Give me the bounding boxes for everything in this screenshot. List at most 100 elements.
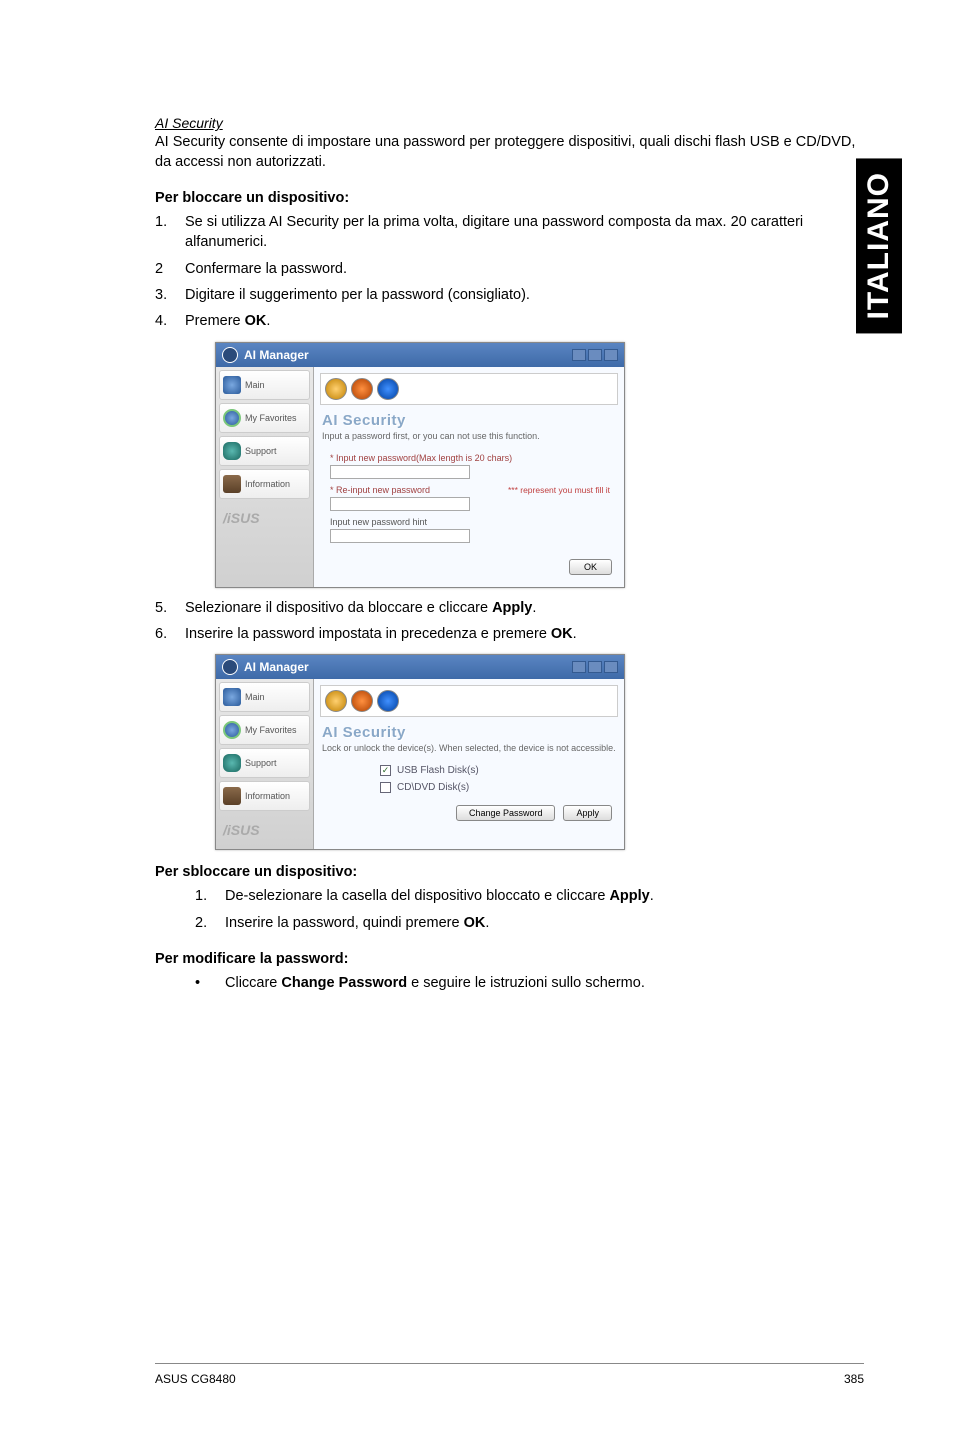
checkbox-label: USB Flash Disk(s)	[397, 765, 479, 776]
toolbar	[320, 685, 618, 717]
list-item: 4.Premere OK.	[155, 311, 864, 331]
list-item: 5.Selezionare il dispositivo da bloccare…	[155, 598, 864, 618]
intro-text: AI Security consente di impostare una pa…	[155, 133, 864, 172]
step-number: 5.	[155, 598, 185, 618]
tool-icon-2[interactable]	[351, 690, 373, 712]
page-footer: ASUS CG8480 385	[155, 1363, 864, 1386]
maximize-button[interactable]	[588, 661, 602, 673]
step-number: 4.	[155, 311, 185, 331]
button-row: Change Password Apply	[320, 799, 618, 827]
new-password-label: * Input new password(Max length is 20 ch…	[330, 453, 608, 463]
tool-icon-1[interactable]	[325, 690, 347, 712]
step-number: 2.	[195, 913, 225, 933]
checkbox-usb[interactable]: ✓ USB Flash Disk(s)	[320, 765, 618, 776]
list-item: 2.Inserire la password, quindi premere O…	[195, 913, 864, 933]
support-icon	[223, 442, 241, 460]
sidebar-item-label: Main	[245, 692, 265, 702]
sidebar: Main My Favorites Support Information /i…	[216, 679, 314, 849]
footer-model: ASUS CG8480	[155, 1372, 236, 1386]
content-pane: AI Security Lock or unlock the device(s)…	[314, 679, 624, 849]
bullet-icon: •	[195, 973, 225, 993]
titlebar: AI Manager	[216, 343, 624, 367]
unlock-heading: Per sbloccare un dispositivo:	[155, 864, 864, 880]
unlock-steps-list: 1.De-selezionare la casella del disposit…	[155, 886, 864, 933]
information-icon	[223, 787, 241, 805]
close-button[interactable]	[604, 661, 618, 673]
main-icon	[223, 688, 241, 706]
sidebar-item-label: My Favorites	[245, 413, 297, 423]
sidebar-item-favorites[interactable]: My Favorites	[219, 403, 310, 433]
support-icon	[223, 754, 241, 772]
step-text: Digitare il suggerimento per la password…	[185, 285, 530, 305]
ai-manager-window-devices: AI Manager Main My Favorites Support Inf…	[215, 654, 625, 850]
footer-page-number: 385	[844, 1372, 864, 1386]
list-item: 3.Digitare il suggerimento per la passwo…	[155, 285, 864, 305]
close-button[interactable]	[604, 349, 618, 361]
step-text: Confermare la password.	[185, 259, 347, 279]
pane-title: AI Security	[320, 408, 618, 431]
sidebar-item-information[interactable]: Information	[219, 781, 310, 811]
password-hint-input[interactable]	[330, 529, 470, 543]
step-text: Inserire la password impostata in preced…	[185, 624, 577, 644]
step-number: 6.	[155, 624, 185, 644]
step-text: Premere OK.	[185, 311, 270, 331]
bullet-text: Cliccare Change Password e seguire le is…	[225, 973, 645, 993]
app-logo-icon	[222, 659, 238, 675]
checkbox-icon: ✓	[380, 765, 391, 776]
list-item: 2Confermare la password.	[155, 259, 864, 279]
favorites-icon	[223, 721, 241, 739]
ai-manager-window-setup: AI Manager Main My Favorites Support Inf…	[215, 342, 625, 588]
sidebar-item-main[interactable]: Main	[219, 682, 310, 712]
step-text: Selezionare il dispositivo da bloccare e…	[185, 598, 536, 618]
sidebar-item-support[interactable]: Support	[219, 748, 310, 778]
tool-icon-3[interactable]	[377, 690, 399, 712]
favorites-icon	[223, 409, 241, 427]
page-content: AI Security AI Security consente di impo…	[0, 0, 954, 993]
tool-icon-1[interactable]	[325, 378, 347, 400]
maximize-button[interactable]	[588, 349, 602, 361]
minimize-button[interactable]	[572, 349, 586, 361]
list-item: 6.Inserire la password impostata in prec…	[155, 624, 864, 644]
sidebar-item-information[interactable]: Information	[219, 469, 310, 499]
sidebar-item-main[interactable]: Main	[219, 370, 310, 400]
window-controls	[572, 661, 618, 673]
sidebar-item-label: My Favorites	[245, 725, 297, 735]
sidebar-item-label: Information	[245, 791, 290, 801]
sidebar-item-support[interactable]: Support	[219, 436, 310, 466]
change-password-bullet: •Cliccare Change Password e seguire le i…	[155, 973, 864, 993]
tool-icon-3[interactable]	[377, 378, 399, 400]
pane-subtitle: Lock or unlock the device(s). When selec…	[320, 743, 618, 759]
titlebar: AI Manager	[216, 655, 624, 679]
step-number: 1.	[195, 886, 225, 906]
lock-heading: Per bloccare un dispositivo:	[155, 190, 864, 206]
sidebar-item-label: Main	[245, 380, 265, 390]
new-password-input[interactable]	[330, 465, 470, 479]
step-number: 2	[155, 259, 185, 279]
tool-icon-2[interactable]	[351, 378, 373, 400]
app-logo-icon	[222, 347, 238, 363]
sidebar-item-label: Support	[245, 446, 277, 456]
ok-button[interactable]: OK	[569, 559, 612, 575]
apply-button[interactable]: Apply	[563, 805, 612, 821]
step-number: 1.	[155, 212, 185, 253]
brand-label: /iSUS	[219, 502, 310, 534]
checkbox-cddvd[interactable]: CD\DVD Disk(s)	[320, 782, 618, 793]
section-subtitle: AI Security	[155, 115, 864, 131]
pane-title: AI Security	[320, 720, 618, 743]
window-controls	[572, 349, 618, 361]
change-password-button[interactable]: Change Password	[456, 805, 556, 821]
sidebar-item-favorites[interactable]: My Favorites	[219, 715, 310, 745]
password-hint-label: Input new password hint	[330, 517, 608, 527]
toolbar	[320, 373, 618, 405]
pane-subtitle: Input a password first, or you can not u…	[320, 431, 618, 447]
step-text: Inserire la password, quindi premere OK.	[225, 913, 489, 933]
minimize-button[interactable]	[572, 661, 586, 673]
list-item: 1.Se si utilizza AI Security per la prim…	[155, 212, 864, 253]
content-pane: AI Security Input a password first, or y…	[314, 367, 624, 587]
step-text: Se si utilizza AI Security per la prima …	[185, 212, 864, 253]
sidebar-item-label: Information	[245, 479, 290, 489]
list-item: 1.De-selezionare la casella del disposit…	[195, 886, 864, 906]
lock-steps-list-2: 5.Selezionare il dispositivo da bloccare…	[155, 598, 864, 645]
reinput-password-input[interactable]	[330, 497, 470, 511]
checkbox-label: CD\DVD Disk(s)	[397, 782, 469, 793]
